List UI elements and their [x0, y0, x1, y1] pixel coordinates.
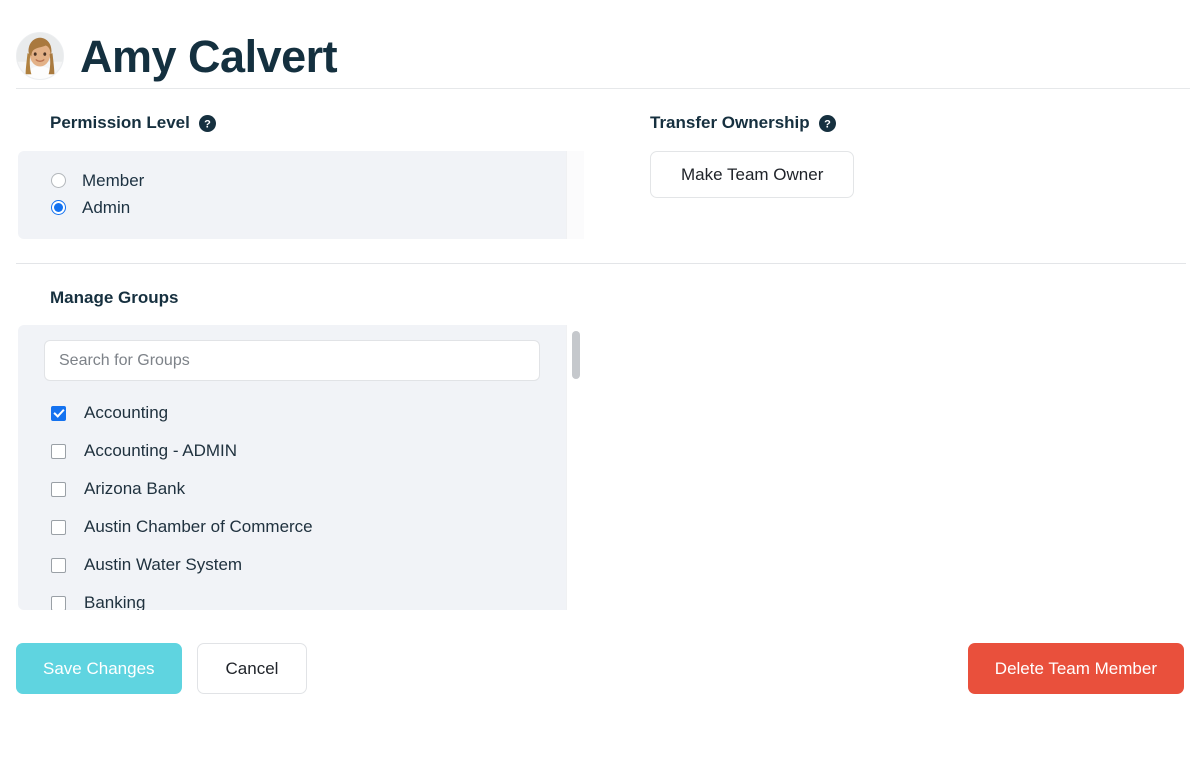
radio-member-label: Member: [82, 171, 145, 190]
group-label: Accounting: [84, 403, 169, 422]
radio-admin-label: Admin: [82, 198, 131, 217]
permission-level-heading: Permission Level ?: [0, 113, 636, 133]
scrollbar-thumb[interactable]: [571, 331, 580, 379]
group-label: Banking: [84, 593, 146, 610]
radio-member-icon[interactable]: [51, 173, 66, 188]
permission-transfer-row: Permission Level ? Member Admin Transfer…: [0, 89, 1200, 239]
checkbox-banking[interactable]: [51, 595, 66, 610]
footer-left-actions: Save Changes Cancel: [16, 643, 308, 694]
checkbox-accounting-admin[interactable]: [51, 443, 66, 459]
transfer-ownership-heading: Transfer Ownership ?: [636, 113, 1200, 133]
list-item[interactable]: Banking: [18, 584, 566, 610]
permission-panel-edge: [566, 151, 584, 239]
groups-list: Accounting Accounting - ADMIN Arizona Ba…: [18, 381, 566, 610]
transfer-ownership-label: Transfer Ownership: [650, 113, 810, 132]
group-label: Austin Water System: [84, 555, 243, 574]
radio-admin-icon[interactable]: [51, 200, 66, 215]
checkbox-accounting[interactable]: [51, 405, 66, 421]
groups-list-scrollbar[interactable]: [566, 325, 584, 610]
help-circle-icon[interactable]: ?: [198, 114, 216, 132]
checkbox-austin-water-system[interactable]: [51, 557, 66, 573]
footer-actions: Save Changes Cancel Delete Team Member: [0, 610, 1200, 694]
radio-option-member[interactable]: Member: [18, 167, 566, 194]
svg-text:?: ?: [824, 118, 831, 130]
make-team-owner-button[interactable]: Make Team Owner: [650, 151, 855, 198]
save-changes-button[interactable]: Save Changes: [16, 643, 182, 694]
manage-groups-heading: Manage Groups: [50, 288, 179, 307]
groups-panel-wrapper: Accounting Accounting - ADMIN Arizona Ba…: [18, 325, 584, 610]
radio-option-admin[interactable]: Admin: [18, 194, 566, 221]
permission-level-label: Permission Level: [50, 113, 190, 132]
group-label: Accounting - ADMIN: [84, 441, 238, 460]
checkbox-austin-chamber-of-commerce[interactable]: [51, 519, 66, 535]
svg-text:?: ?: [204, 118, 211, 130]
help-circle-icon[interactable]: ?: [818, 114, 836, 132]
permission-panel-wrapper: Member Admin: [18, 151, 584, 239]
permission-column: Permission Level ? Member Admin: [0, 113, 636, 239]
list-item[interactable]: Austin Chamber of Commerce: [18, 508, 566, 546]
delete-team-member-button[interactable]: Delete Team Member: [967, 643, 1184, 694]
list-item[interactable]: Arizona Bank: [18, 470, 566, 508]
permission-panel: Member Admin: [18, 151, 566, 239]
transfer-ownership-column: Transfer Ownership ? Make Team Owner: [636, 113, 1200, 239]
group-label: Arizona Bank: [84, 479, 186, 498]
list-item[interactable]: Accounting: [18, 394, 566, 432]
checkbox-arizona-bank[interactable]: [51, 481, 66, 497]
avatar-photo-icon: [17, 33, 63, 79]
manage-groups-section: Manage Groups Accounting Accounting - AD…: [0, 264, 1200, 610]
page-title: Amy Calvert: [80, 30, 338, 82]
groups-panel: Accounting Accounting - ADMIN Arizona Ba…: [18, 325, 566, 610]
list-item[interactable]: Accounting - ADMIN: [18, 432, 566, 470]
avatar: [16, 32, 64, 80]
page-header: Amy Calvert: [0, 0, 1200, 88]
group-label: Austin Chamber of Commerce: [84, 517, 313, 536]
cancel-button[interactable]: Cancel: [196, 643, 308, 694]
list-item[interactable]: Austin Water System: [18, 546, 566, 584]
search-groups-input[interactable]: [44, 340, 540, 381]
